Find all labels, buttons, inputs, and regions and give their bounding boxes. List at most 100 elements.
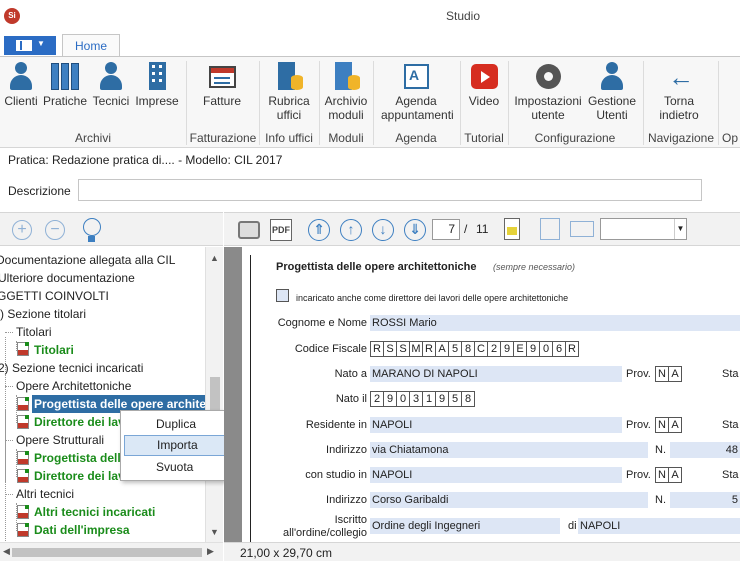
fit-width-icon[interactable]	[570, 221, 594, 237]
next-page-icon[interactable]: ↓	[372, 219, 394, 241]
print-icon[interactable]	[238, 221, 260, 239]
file-menu-icon	[16, 40, 32, 51]
imprese-button[interactable]: Imprese	[134, 61, 180, 108]
agenda-button[interactable]: Agenda appuntamenti	[376, 61, 456, 122]
tree-node[interactable]: 2) Sezione tecnici incaricati	[0, 359, 143, 377]
indirizzo-field[interactable]: via Chiatamona	[370, 442, 648, 458]
pratica-info: Pratica: Redazione pratica di.... - Mode…	[8, 153, 283, 167]
iscritto-label: Iscritto	[334, 514, 367, 526]
prov-label: Prov.	[626, 469, 651, 481]
numero-field[interactable]: 48	[670, 442, 740, 458]
page-total: 11	[476, 222, 489, 236]
tree-node[interactable]: GGETTI COINVOLTI	[0, 287, 109, 305]
torna-indietro-button[interactable]: ← Torna indietro	[652, 61, 706, 122]
scroll-up-icon[interactable]: ▲	[210, 253, 219, 263]
cognome-label: Cognome e Nome	[277, 317, 367, 329]
tab-home[interactable]: Home	[62, 34, 120, 57]
studio-label: con studio in	[305, 469, 367, 481]
prov-nato-field[interactable]: NA	[655, 366, 682, 382]
menu-item-svuota[interactable]: Svuota	[124, 457, 233, 478]
gestione-utenti-button[interactable]: Gestione Utenti	[586, 61, 638, 122]
page-size-status: 21,00 x 29,70 cm	[240, 546, 333, 560]
previous-page-icon[interactable]: ↑	[340, 219, 362, 241]
stato-label: Sta	[722, 419, 739, 431]
descrizione-label: Descrizione	[8, 184, 71, 198]
tecnici-button[interactable]: Tecnici	[92, 61, 130, 108]
form-page: Progettista delle opere architettoniche …	[242, 247, 740, 542]
gestione-utenti-label: Gestione Utenti	[587, 94, 637, 122]
tree-node[interactable]: Titolari	[34, 341, 74, 359]
tree-node[interactable]: Titolari	[16, 323, 52, 341]
prov-residente-field[interactable]: NA	[655, 417, 682, 433]
descrizione-input[interactable]	[78, 179, 702, 201]
tree-node[interactable]: Dati dell'impresa	[34, 521, 130, 539]
page-number-input[interactable]: 7	[432, 219, 460, 240]
fatture-button[interactable]: Fatture	[196, 61, 248, 108]
residente-field[interactable]: NAPOLI	[370, 417, 622, 433]
tree-node[interactable]: Altri tecnici	[16, 485, 74, 503]
tree-node[interactable]: Documentazione allegata alla CIL	[0, 251, 175, 269]
di-field[interactable]: NAPOLI	[578, 518, 740, 534]
scroll-left-icon[interactable]: ◀	[3, 546, 10, 557]
ordine-field[interactable]: Ordine degli Ingegneri	[370, 518, 560, 534]
context-menu: Duplica Importa Svuota	[120, 410, 237, 481]
direttore-checkbox[interactable]	[276, 289, 289, 302]
clienti-button[interactable]: Clienti	[3, 61, 39, 108]
ribbon: Clienti Pratiche Tecnici Imprese Archivi…	[0, 56, 740, 148]
tree-node[interactable]: Direttore dei lav	[34, 467, 125, 485]
numero-label: N.	[655, 444, 666, 456]
lightbulb-icon[interactable]	[83, 218, 101, 242]
ribbon-separator	[718, 61, 719, 145]
ribbon-separator	[460, 61, 461, 145]
tree-node[interactable]: Opere Strutturali	[16, 431, 104, 449]
menu-item-importa[interactable]: Importa	[124, 435, 233, 456]
file-menu-button[interactable]: ▼	[4, 36, 56, 55]
remove-node-button[interactable]: −	[45, 220, 65, 240]
nato-il-field[interactable]: 29031958	[370, 391, 475, 407]
cognome-field[interactable]: ROSSI Mario	[370, 315, 740, 331]
chevron-down-icon: ▼	[37, 39, 45, 48]
tree-node[interactable]: Altri tecnici incaricati	[34, 503, 155, 521]
impostazioni-utente-button[interactable]: Impostazioni utente	[512, 61, 584, 122]
nato-a-field[interactable]: MARANO DI NAPOLI	[370, 366, 622, 382]
scroll-down-icon[interactable]: ▼	[210, 527, 219, 537]
pdf-icon	[17, 342, 29, 356]
rubrica-uffici-button[interactable]: Rubrica uffici	[264, 61, 314, 122]
studio-field[interactable]: NAPOLI	[370, 467, 622, 483]
prov-studio-field[interactable]: NA	[655, 467, 682, 483]
codice-fiscale-field[interactable]: RSSMRA58C29E906R	[370, 341, 579, 357]
page-separator: /	[464, 222, 468, 236]
document-viewer[interactable]: Progettista delle opere architettoniche …	[224, 247, 740, 542]
first-page-icon[interactable]: ⇑	[308, 219, 330, 241]
archivio-moduli-label: Archivio moduli	[324, 94, 368, 122]
tree-node[interactable]: Progettista dell	[34, 449, 121, 467]
document-view-icon[interactable]	[504, 218, 520, 240]
tree-node[interactable]: Opere Architettoniche	[16, 377, 131, 395]
add-node-button[interactable]: +	[12, 220, 32, 240]
tree-node[interactable]: ) Sezione titolari	[0, 305, 86, 323]
scroll-right-icon[interactable]: ▶	[207, 546, 214, 557]
chevron-down-icon: ▼	[674, 219, 686, 239]
zoom-select[interactable]: ▼	[600, 218, 687, 240]
fatture-label: Fatture	[202, 94, 241, 108]
menu-item-duplica[interactable]: Duplica	[124, 414, 233, 435]
group-tutorial: Tutorial	[464, 131, 504, 145]
tree-node[interactable]: Ulteriore documentazione	[0, 269, 135, 287]
last-page-icon[interactable]: ⇓	[404, 219, 426, 241]
tree-vertical-scrollbar[interactable]: ▲ ▼	[205, 247, 223, 542]
binders-icon	[50, 61, 80, 91]
group-configurazione: Configurazione	[534, 131, 616, 145]
archivio-moduli-button[interactable]: Archivio moduli	[322, 61, 370, 122]
tree-toolbar: + −	[0, 212, 223, 246]
scroll-thumb[interactable]	[12, 548, 202, 557]
indirizzo-studio-field[interactable]: Corso Garibaldi	[370, 492, 648, 508]
fit-height-icon[interactable]	[540, 218, 560, 240]
pdf-icon	[17, 505, 29, 519]
video-button[interactable]: Video	[464, 61, 504, 108]
tree-node[interactable]: Direttore dei lav	[34, 413, 125, 431]
tree-horizontal-scrollbar[interactable]: ◀ ▶	[0, 542, 223, 561]
pdf-export-icon[interactable]: PDF	[270, 219, 292, 241]
numero-studio-field[interactable]: 5	[670, 492, 740, 508]
group-fatturazione: Fatturazione	[189, 131, 257, 145]
pratiche-button[interactable]: Pratiche	[42, 61, 88, 108]
